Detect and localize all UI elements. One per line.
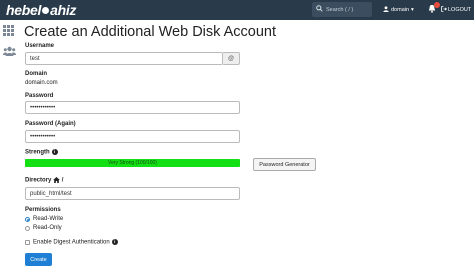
top-bar: hebel ahiz Search ( / ) domain ▾ LOGOUT — [0, 0, 474, 20]
read-write-radio[interactable] — [25, 217, 30, 222]
password-generator-button[interactable]: Password Generator — [253, 158, 316, 171]
brand-mark — [42, 6, 50, 14]
username-field[interactable]: test — [25, 52, 223, 65]
apps-grid-icon[interactable] — [3, 25, 15, 36]
user-label: domain — [391, 7, 410, 13]
bell-icon[interactable] — [428, 2, 440, 14]
users-icon[interactable] — [3, 43, 16, 56]
brand-right-text: ahiz — [50, 2, 77, 18]
logout-button[interactable]: LOGOUT — [441, 6, 471, 14]
sidebar — [0, 20, 18, 275]
home-icon — [53, 177, 62, 184]
page-title: Create an Additional Web Disk Account — [24, 24, 277, 40]
chevron-down-icon: ▾ — [411, 7, 414, 13]
directory-slash: / — [61, 177, 64, 184]
search-input[interactable]: Search ( / ) — [312, 2, 372, 17]
username-label: Username — [25, 43, 55, 49]
brand-left-text: hebel — [6, 2, 42, 18]
digest-auth-label: Enable Digest Authentication — [33, 239, 110, 246]
logout-label: LOGOUT — [448, 7, 472, 13]
password-again-label: Password (Again) — [25, 121, 76, 127]
digest-auth-checkbox[interactable] — [25, 240, 30, 245]
info-icon[interactable]: i — [111, 239, 118, 245]
search-icon — [312, 5, 326, 14]
password-field[interactable]: •••••••••••• — [25, 101, 240, 114]
strength-label: Strength — [25, 149, 50, 156]
read-write-label: Read-Write — [33, 216, 64, 222]
search-placeholder: Search ( / ) — [326, 6, 354, 13]
notification-badge — [434, 2, 440, 8]
create-button[interactable]: Create — [25, 253, 52, 266]
directory-field[interactable]: public_html/test — [25, 187, 240, 200]
permissions-label: Permissions — [25, 207, 61, 213]
read-only-radio[interactable] — [25, 226, 30, 231]
brand-logo[interactable]: hebel ahiz — [6, 2, 76, 18]
password-label: Password — [25, 93, 54, 99]
user-icon — [383, 6, 389, 14]
main-content: Create an Additional Web Disk Account Us… — [18, 20, 474, 275]
directory-label: Directory — [25, 177, 52, 184]
user-menu[interactable]: domain ▾ — [383, 6, 414, 14]
domain-label: Domain — [25, 71, 48, 77]
logout-icon — [441, 6, 447, 14]
username-at-addon: @ — [223, 52, 240, 65]
read-only-label: Read-Only — [33, 225, 62, 231]
directory-label-row: Directory / — [25, 177, 63, 184]
strength-label-row: Strength i — [25, 149, 58, 156]
strength-meter: Very Strong (100/100) — [25, 159, 240, 167]
password-again-field[interactable]: •••••••••••• — [25, 130, 240, 143]
domain-value: domain.com — [25, 80, 58, 86]
digest-auth-row: Enable Digest Authentication i — [33, 239, 118, 246]
info-icon[interactable]: i — [51, 149, 58, 155]
